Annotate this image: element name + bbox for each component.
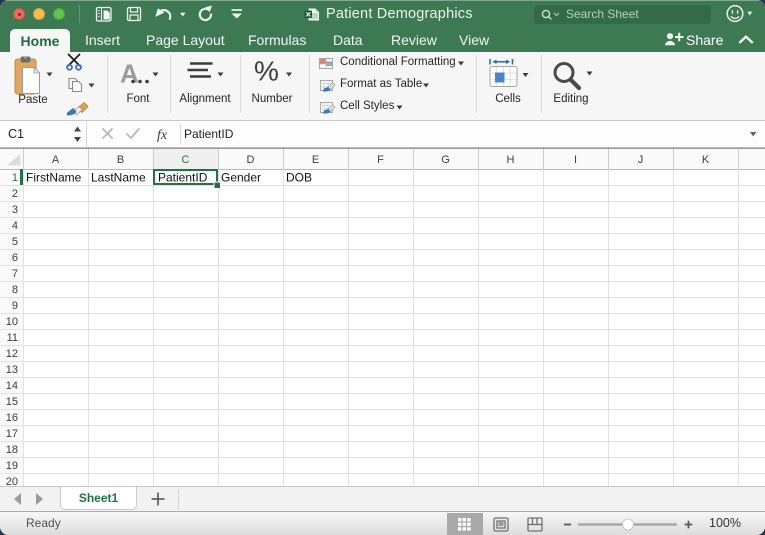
svg-text:10: 10 bbox=[6, 316, 18, 328]
svg-text:F: F bbox=[377, 154, 384, 166]
svg-text:16: 16 bbox=[6, 412, 18, 424]
svg-text:H: H bbox=[507, 154, 515, 166]
svg-text:A: A bbox=[120, 59, 139, 89]
svg-text:D: D bbox=[247, 154, 255, 166]
svg-text:7: 7 bbox=[12, 268, 18, 280]
svg-text:I: I bbox=[574, 154, 577, 166]
svg-text:13: 13 bbox=[6, 364, 18, 376]
svg-text:3: 3 bbox=[12, 204, 18, 216]
svg-text:17: 17 bbox=[6, 428, 18, 440]
svg-text:12: 12 bbox=[6, 348, 18, 360]
svg-text:9: 9 bbox=[12, 300, 18, 312]
svg-text:18: 18 bbox=[6, 444, 18, 456]
svg-text:A: A bbox=[52, 154, 60, 166]
svg-text:DOB: DOB bbox=[286, 171, 312, 185]
svg-text:%: % bbox=[254, 56, 279, 87]
svg-text:C: C bbox=[182, 154, 190, 166]
svg-text:B: B bbox=[117, 154, 124, 166]
svg-text:6: 6 bbox=[12, 252, 18, 264]
svg-text:PatientID: PatientID bbox=[158, 171, 208, 185]
svg-text:5: 5 bbox=[12, 236, 18, 248]
svg-text:8: 8 bbox=[12, 284, 18, 296]
svg-text:1: 1 bbox=[12, 172, 18, 184]
svg-text:2: 2 bbox=[12, 188, 18, 200]
svg-text:LastName: LastName bbox=[91, 171, 146, 185]
svg-text:K: K bbox=[702, 154, 710, 166]
svg-text:11: 11 bbox=[7, 332, 18, 344]
svg-text:fx: fx bbox=[157, 128, 168, 143]
svg-text:14: 14 bbox=[6, 380, 18, 392]
svg-text:FirstName: FirstName bbox=[26, 171, 82, 185]
svg-text:20: 20 bbox=[6, 476, 18, 486]
svg-text:G: G bbox=[441, 154, 450, 166]
svg-text:15: 15 bbox=[6, 396, 18, 408]
svg-text:4: 4 bbox=[12, 220, 18, 232]
svg-text:19: 19 bbox=[6, 460, 18, 472]
svg-text:J: J bbox=[638, 154, 644, 166]
svg-text:Gender: Gender bbox=[221, 171, 261, 185]
svg-text:E: E bbox=[312, 154, 319, 166]
